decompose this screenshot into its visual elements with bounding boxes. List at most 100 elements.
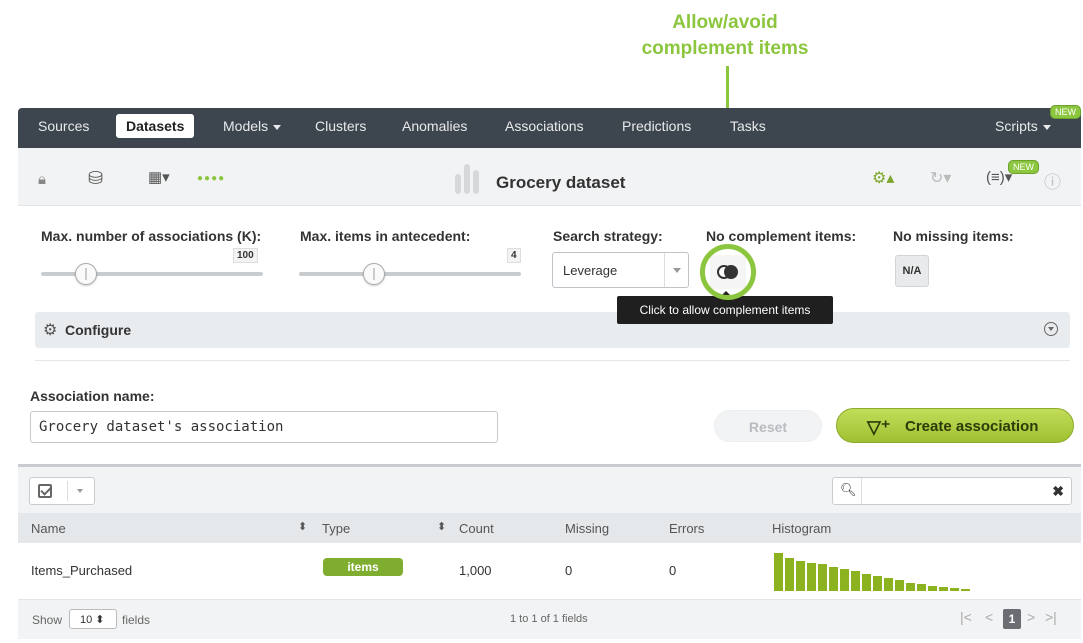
annotation-line-1: Allow/avoid: [672, 12, 778, 33]
col-name[interactable]: Name: [31, 521, 66, 536]
histogram-bar: [884, 578, 893, 591]
histogram-bar: [961, 589, 970, 591]
chevron-down-icon: [1042, 124, 1051, 130]
histogram-bar: [873, 576, 882, 591]
search-strategy-value: Leverage: [563, 263, 618, 278]
progress-dots-icon: ●●●●: [197, 173, 226, 184]
nav-scripts[interactable]: Scripts: [995, 118, 1051, 134]
configure-model-icon[interactable]: ⚙▴: [872, 168, 894, 188]
col-errors[interactable]: Errors: [669, 521, 704, 536]
database-search-icon[interactable]: ⛁: [88, 168, 103, 189]
histogram-bar: [906, 583, 915, 591]
nav-scripts-label: Scripts: [995, 118, 1038, 134]
histogram-bar: [917, 584, 926, 591]
cell-missing: 0: [565, 563, 573, 578]
histogram-bar: [950, 588, 959, 591]
histogram[interactable]: [774, 547, 984, 591]
dataset-title: Grocery dataset: [496, 173, 626, 192]
nav-predictions[interactable]: Predictions: [622, 118, 691, 134]
page-size-select[interactable]: 10 ⬍: [69, 609, 117, 629]
annotation-highlight-ring: [700, 244, 756, 300]
search-divider: [861, 478, 862, 504]
nav-models[interactable]: Models: [223, 118, 282, 134]
configure-panel-header[interactable]: ⚙ Configure: [35, 312, 1070, 348]
reset-button[interactable]: Reset: [714, 410, 822, 442]
nav-sources[interactable]: Sources: [38, 118, 89, 134]
chevron-down-icon: [77, 489, 83, 493]
chevron-down-icon: [273, 124, 282, 130]
first-page-icon[interactable]: |<: [960, 609, 972, 629]
nav-models-label: Models: [223, 118, 269, 134]
histogram-bar: [785, 558, 794, 591]
gears-icon: ⚙: [43, 322, 58, 339]
histogram-bar: [862, 574, 871, 591]
field-types-icon[interactable]: ▦▾: [148, 168, 170, 186]
sort-icon[interactable]: ⬍: [437, 520, 446, 533]
association-name-label: Association name:: [30, 388, 155, 404]
range-label: 1 to 1 of 1 fields: [510, 613, 588, 625]
page-size-value: 10: [80, 614, 93, 626]
create-association-label: Create association: [905, 418, 1039, 435]
histogram-bar: [928, 586, 937, 591]
top-navigation: Sources Datasets Models Clusters Anomali…: [18, 105, 1081, 148]
no-missing-label: No missing items:: [893, 228, 1014, 244]
search-icon: 🔍︎: [840, 482, 857, 497]
max-associations-label: Max. number of associations (K):: [41, 228, 262, 244]
col-histogram: Histogram: [772, 521, 832, 536]
new-badge: NEW: [1008, 160, 1039, 174]
association-icon: ▽⁺: [867, 417, 891, 437]
search-strategy-label: Search strategy:: [553, 228, 663, 244]
nav-anomalies[interactable]: Anomalies: [402, 118, 467, 134]
show-label: Show: [32, 613, 63, 627]
type-badge: items: [323, 558, 403, 576]
app-screen: Allow/avoid complement items Sources Dat…: [0, 0, 1083, 643]
cell-errors: 0: [669, 563, 677, 578]
annotation-line-2: complement items: [641, 38, 809, 59]
dataset-bars-icon: [455, 164, 489, 194]
one-click-icon[interactable]: ↻▾: [930, 168, 951, 188]
histogram-bar: [939, 587, 948, 591]
search-strategy-select[interactable]: Leverage: [552, 252, 689, 288]
max-antecedent-slider-track[interactable]: [299, 272, 521, 276]
chevron-down-icon: [664, 253, 688, 287]
nav-datasets[interactable]: Datasets: [116, 114, 195, 138]
histogram-bar: [851, 571, 860, 591]
select-fields-dropdown[interactable]: [29, 477, 95, 505]
col-count[interactable]: Count: [459, 521, 494, 536]
lock-icon[interactable]: 🔒︎: [38, 171, 46, 188]
histogram-bar: [840, 569, 849, 591]
next-page-icon[interactable]: >: [1027, 609, 1035, 629]
sort-icon[interactable]: ⬍: [298, 520, 307, 533]
clear-icon[interactable]: ✖: [1052, 483, 1064, 500]
association-name-input[interactable]: [30, 411, 498, 443]
current-page[interactable]: 1: [1003, 609, 1021, 629]
nav-clusters[interactable]: Clusters: [315, 118, 366, 134]
histogram-bar: [796, 561, 805, 591]
col-type[interactable]: Type: [322, 521, 350, 536]
dropdown-divider: [67, 481, 68, 501]
missing-items-button[interactable]: N/A: [895, 255, 929, 287]
prev-page-icon[interactable]: <: [985, 609, 993, 629]
cell-count: 1,000: [459, 563, 492, 578]
col-missing[interactable]: Missing: [565, 521, 609, 536]
checkbox-icon: [38, 484, 52, 498]
expand-icon[interactable]: [1044, 322, 1058, 336]
last-page-icon[interactable]: >|: [1045, 609, 1057, 629]
max-associations-slider-handle[interactable]: [75, 263, 97, 285]
complement-tooltip: Click to allow complement items: [617, 291, 833, 324]
histogram-bar: [818, 564, 827, 591]
histogram-bar: [774, 553, 783, 591]
divider: [35, 360, 1070, 361]
info-icon[interactable]: ⓘ: [1044, 168, 1061, 193]
max-associations-value: 100: [233, 248, 258, 263]
create-association-button[interactable]: ▽⁺ Create association: [836, 408, 1074, 443]
nav-associations[interactable]: Associations: [505, 118, 584, 134]
nav-tasks[interactable]: Tasks: [730, 118, 766, 134]
field-search-box[interactable]: 🔍︎ ✖: [832, 477, 1072, 505]
no-complement-label: No complement items:: [706, 228, 857, 244]
histogram-bar: [807, 563, 816, 591]
max-antecedent-slider-handle[interactable]: [363, 263, 385, 285]
table-header: [18, 513, 1081, 543]
cell-name[interactable]: Items_Purchased: [31, 563, 132, 578]
histogram-bar: [829, 567, 838, 591]
